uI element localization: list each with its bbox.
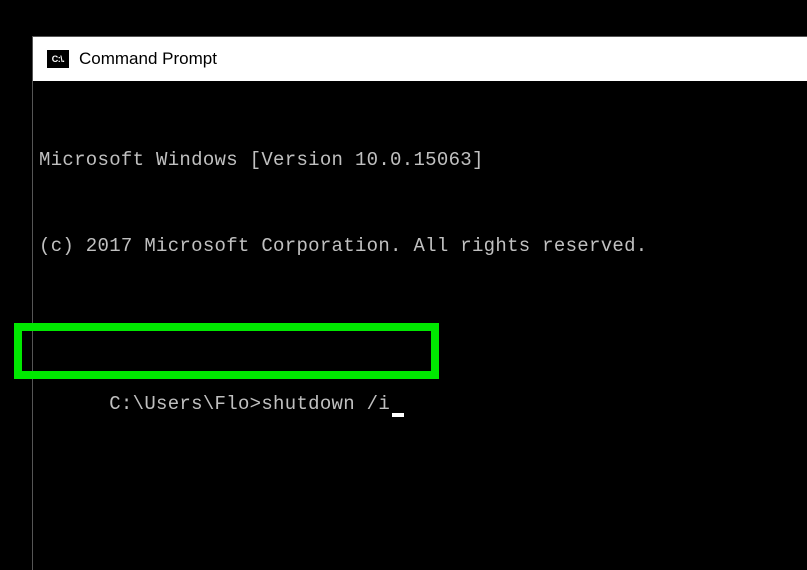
text-cursor — [392, 413, 404, 417]
titlebar[interactable]: C:\. Command Prompt — [33, 37, 807, 81]
prompt-path: C:\Users\Flo> — [109, 393, 261, 415]
terminal-body[interactable]: Microsoft Windows [Version 10.0.15063] (… — [33, 81, 807, 516]
command-prompt-icon: C:\. — [47, 50, 69, 68]
window-title: Command Prompt — [79, 49, 217, 69]
typed-command: shutdown /i — [261, 393, 390, 415]
command-area: C:\Users\Flo>shutdown /i — [39, 329, 801, 451]
copyright-text: (c) 2017 Microsoft Corporation. All righ… — [39, 232, 801, 261]
prompt-line: C:\Users\Flo>shutdown /i — [109, 393, 404, 415]
version-text: Microsoft Windows [Version 10.0.15063] — [39, 146, 801, 175]
command-prompt-window: C:\. Command Prompt Microsoft Windows [V… — [32, 36, 807, 570]
highlight-annotation — [14, 323, 439, 379]
